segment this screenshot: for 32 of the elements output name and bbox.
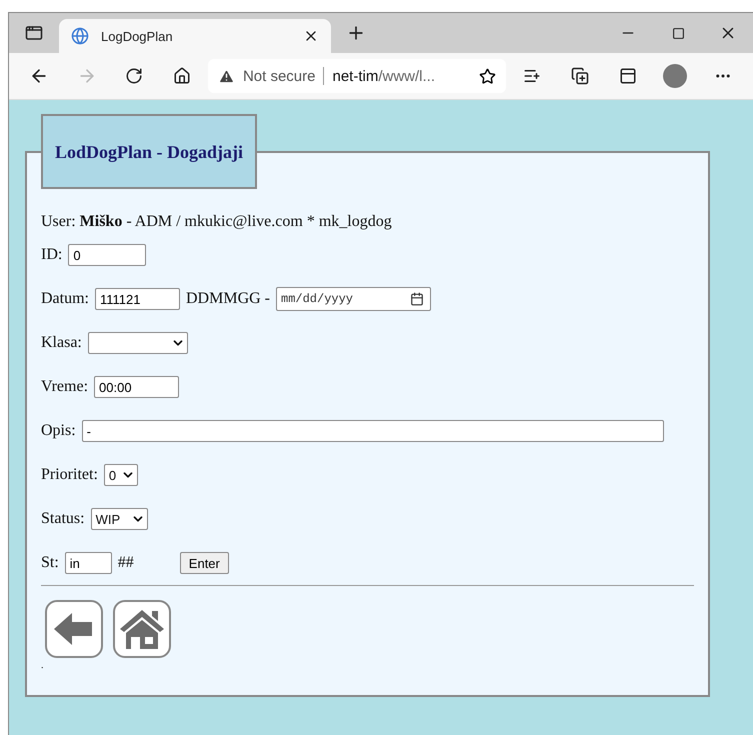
text-field[interactable]: -: [82, 420, 664, 442]
field-label: Klasa:: [41, 334, 82, 352]
browser-tab[interactable]: LogDogPlan: [59, 19, 331, 53]
text-field[interactable]: 0: [68, 244, 146, 266]
field-label: Vreme:: [41, 378, 88, 396]
format-hint: ##: [118, 554, 134, 572]
home-button[interactable]: [113, 600, 171, 658]
warning-icon: [218, 68, 235, 84]
format-hint: DDMMGG -: [186, 290, 270, 308]
date-field[interactable]: mm/dd/yyyy: [276, 287, 431, 311]
house-icon: [118, 607, 166, 651]
field-label: Datum:: [41, 290, 89, 308]
address-bar[interactable]: Not secure net-tim/www/l...: [208, 59, 506, 93]
calendar-icon: [410, 292, 424, 306]
text-field[interactable]: in: [64, 552, 112, 574]
field-label: Status:: [41, 510, 85, 528]
field-label: ID:: [41, 246, 62, 264]
dropdown[interactable]: [88, 332, 188, 354]
dropdown[interactable]: 0: [104, 464, 138, 486]
dropdown[interactable]: WIP: [90, 508, 148, 530]
globe-icon: [71, 27, 89, 45]
field-label: Opis:: [41, 422, 76, 440]
user-info: User: Miško - ADM / mkukic@live.com * mk_logdog: [41, 213, 393, 231]
footer-mark: .: [41, 660, 44, 671]
text-field[interactable]: 00:00: [94, 376, 180, 398]
back-button[interactable]: [45, 600, 103, 658]
star-icon[interactable]: [479, 68, 496, 84]
form-title: LodDogPlan - Dogadjaji: [41, 114, 258, 189]
enter-button[interactable]: Enter: [180, 552, 229, 574]
field-label: St:: [41, 554, 59, 572]
field-label: Prioritet:: [41, 466, 98, 484]
text-field[interactable]: 111121: [95, 288, 180, 310]
